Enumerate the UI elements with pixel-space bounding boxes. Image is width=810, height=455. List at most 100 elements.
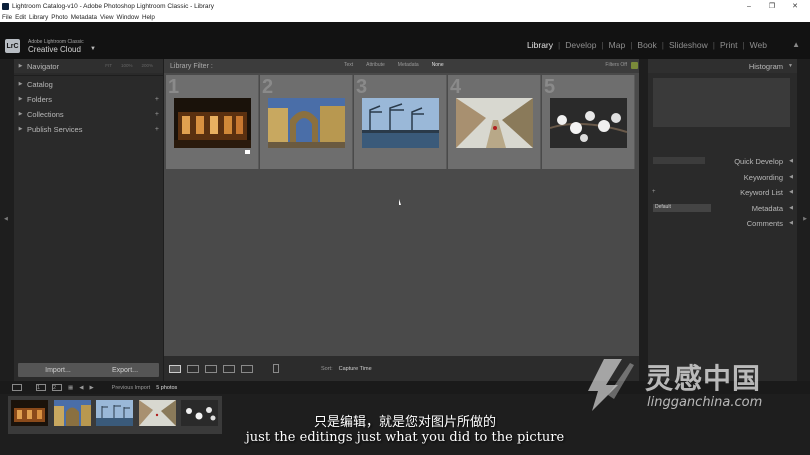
menu-library[interactable]: Library — [29, 14, 48, 21]
back-arrow-icon[interactable]: ◀ — [79, 385, 83, 391]
grid-cell[interactable]: 4 — [448, 75, 541, 169]
expand-triangle-icon: ▶ — [18, 111, 23, 117]
photo-thumbnail[interactable] — [362, 98, 439, 148]
add-icon[interactable]: + — [155, 96, 159, 103]
library-toolbar: Sort: Capture Time — [164, 356, 639, 381]
grid-cell[interactable]: 1 — [166, 75, 259, 169]
brand-creative-cloud[interactable]: Creative Cloud — [28, 45, 81, 54]
panel-publish-services[interactable]: ▶ Publish Services + — [14, 122, 163, 136]
people-view-icon[interactable] — [241, 364, 253, 373]
menu-edit[interactable]: Edit — [15, 14, 26, 21]
export-button[interactable]: Export... — [91, 363, 159, 377]
module-slideshow[interactable]: Slideshow — [664, 40, 713, 50]
filmstrip-source[interactable]: Previous Import — [112, 385, 151, 391]
grid-cell[interactable]: 3 — [354, 75, 447, 169]
panel-publish-services-label: Publish Services — [27, 124, 83, 134]
filters-off-dropdown[interactable]: Filters Off — [605, 62, 627, 68]
photo-thumbnail[interactable] — [268, 98, 345, 148]
filter-attribute[interactable]: Attribute — [366, 62, 385, 68]
zoom-100[interactable]: 100% — [121, 63, 133, 68]
library-filter-label: Library Filter : — [170, 62, 213, 70]
photo-thumbnail[interactable] — [550, 98, 627, 148]
add-icon[interactable]: + — [155, 126, 159, 133]
right-panel-toggle-icon[interactable]: ▶ — [803, 216, 807, 222]
panel-metadata[interactable]: Default Metadata ◀ — [648, 201, 797, 215]
saved-preset-select[interactable] — [653, 157, 705, 164]
module-library[interactable]: Library — [522, 40, 558, 50]
secondary-display-icon[interactable] — [12, 384, 22, 391]
menu-metadata[interactable]: Metadata — [71, 14, 97, 21]
menu-help[interactable]: Help — [142, 14, 155, 21]
painter-icon[interactable] — [273, 364, 279, 373]
module-book[interactable]: Book — [632, 40, 661, 50]
menu-window[interactable]: Window — [117, 14, 139, 21]
module-develop[interactable]: Develop — [560, 40, 601, 50]
histogram-label: Histogram — [748, 61, 783, 71]
restore-button[interactable]: ❐ — [761, 0, 783, 12]
right-panel: Histogram ▼ Quick Develop ◀ Keywording ◀… — [648, 59, 797, 381]
chevron-down-icon[interactable]: ▼ — [90, 46, 96, 52]
menu-file[interactable]: File — [2, 14, 12, 21]
zoom-200[interactable]: 200% — [141, 63, 153, 68]
minimize-button[interactable]: – — [738, 0, 760, 12]
module-map[interactable]: Map — [604, 40, 631, 50]
window-title: Lightroom Catalog-v10 - Adobe Photoshop … — [12, 2, 214, 10]
import-button[interactable]: Import... — [18, 363, 98, 377]
panel-collections[interactable]: ▶ Collections + — [14, 107, 163, 121]
module-picker: Library | Develop | Map | Book | Slidesh… — [522, 40, 772, 50]
panel-divider — [14, 75, 163, 76]
expand-triangle-icon: ◀ — [789, 205, 793, 211]
survey-view-icon[interactable] — [223, 364, 235, 373]
grid-view-icon[interactable] — [169, 364, 181, 373]
expand-triangle-icon: ◀ — [789, 174, 793, 180]
expand-triangle-icon: ▶ — [18, 96, 23, 102]
library-filter-bar: Library Filter : Text Attribute Metadata… — [164, 59, 639, 73]
metadata-label: Metadata — [751, 203, 783, 213]
panel-catalog[interactable]: ▶ Catalog — [14, 77, 163, 91]
share-icon[interactable]: ▲ — [792, 40, 800, 49]
menu-photo[interactable]: Photo — [51, 14, 67, 21]
grid-cell[interactable]: 2 — [260, 75, 353, 169]
compare-view-icon[interactable] — [205, 364, 217, 373]
filter-metadata[interactable]: Metadata — [398, 62, 419, 68]
left-panel-toggle-icon[interactable]: ◀ — [4, 216, 8, 222]
library-filter-options: Text Attribute Metadata None — [344, 62, 444, 68]
page-one-icon[interactable]: 1 — [36, 384, 46, 391]
photo-thumbnail[interactable] — [456, 98, 533, 148]
grid-cell[interactable]: 5 — [542, 75, 635, 169]
grid-icon[interactable]: ▦ — [68, 385, 73, 391]
navigator-zoom-options: FIT 100% 200% — [105, 63, 153, 68]
forward-arrow-icon[interactable]: ▶ — [89, 385, 93, 391]
module-web[interactable]: Web — [745, 40, 772, 50]
panel-folders[interactable]: ▶ Folders + — [14, 92, 163, 106]
watermark-chinese-text: 灵感中国 — [645, 362, 762, 395]
navigator-header[interactable]: ▶ Navigator FIT 100% 200% — [14, 59, 163, 73]
module-print[interactable]: Print — [715, 40, 742, 50]
panel-keywording[interactable]: Keywording ◀ — [648, 170, 797, 184]
navigator-label: Navigator — [27, 61, 60, 71]
mouse-cursor-icon — [399, 199, 401, 205]
lrc-logo: LrC — [5, 39, 20, 53]
page-two-icon[interactable]: 2 — [52, 384, 62, 391]
title-bar: Lightroom Catalog-v10 - Adobe Photoshop … — [0, 0, 810, 12]
sort-dropdown[interactable]: Capture Time — [339, 366, 372, 372]
panel-comments[interactable]: Comments ◀ — [648, 216, 797, 230]
cell-index: 4 — [450, 76, 462, 98]
metadata-preset-select[interactable]: Default — [653, 204, 711, 212]
menu-view[interactable]: View — [100, 14, 114, 21]
add-icon[interactable]: + — [155, 111, 159, 118]
panel-folders-label: Folders — [27, 94, 53, 104]
filter-none[interactable]: None — [432, 62, 444, 68]
panel-keyword-list[interactable]: + Keyword List ◀ — [648, 185, 797, 199]
zoom-fit[interactable]: FIT — [105, 63, 112, 68]
histogram-header[interactable]: Histogram ▼ — [648, 59, 797, 73]
loupe-view-icon[interactable] — [187, 364, 199, 373]
close-button[interactable]: ✕ — [784, 0, 806, 12]
expand-triangle-icon: ▶ — [18, 126, 23, 132]
quick-develop-label: Quick Develop — [734, 156, 783, 166]
panel-quick-develop[interactable]: Quick Develop ◀ — [648, 154, 797, 168]
lock-icon[interactable] — [631, 62, 638, 69]
photo-thumbnail[interactable] — [174, 98, 251, 148]
filter-text[interactable]: Text — [344, 62, 353, 68]
add-keyword-icon[interactable]: + — [652, 189, 656, 195]
